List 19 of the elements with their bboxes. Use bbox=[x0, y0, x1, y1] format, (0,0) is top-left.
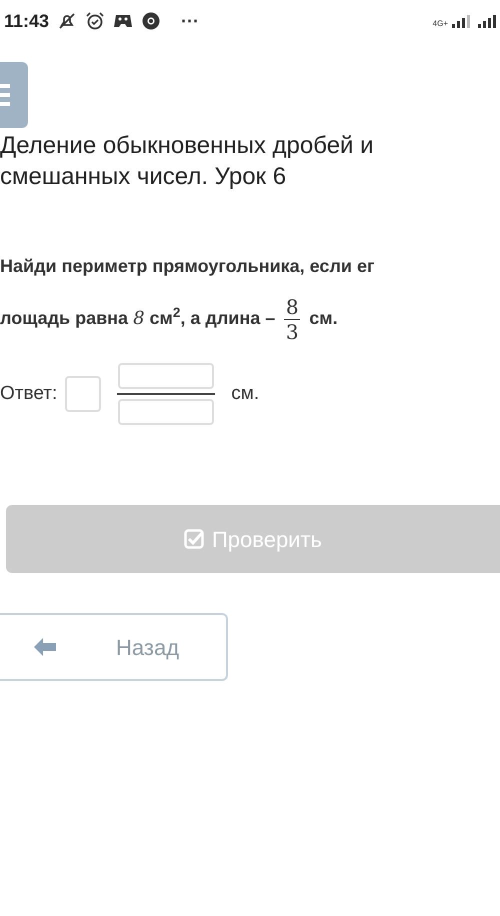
signal-icon bbox=[478, 14, 496, 28]
menu-button[interactable] bbox=[0, 62, 28, 128]
gamepad-icon bbox=[113, 12, 134, 30]
browser-icon bbox=[141, 11, 162, 31]
lesson-title: Деление обыкновенных дробей и смешанных чисел. Урок 6 bbox=[0, 131, 375, 192]
whole-part-field[interactable] bbox=[65, 376, 102, 412]
checkbox-icon bbox=[184, 529, 204, 549]
answer-unit: см. bbox=[231, 382, 260, 406]
left-arrow-icon bbox=[34, 638, 56, 656]
menu-icon bbox=[0, 84, 10, 106]
status-time: 11:43 bbox=[4, 10, 50, 32]
more-notifications: ··· bbox=[181, 10, 200, 32]
numerator-field[interactable] bbox=[118, 363, 214, 389]
muted-bell-icon bbox=[57, 11, 78, 31]
network-type: 4G+ bbox=[432, 20, 448, 28]
alarm-clock-icon bbox=[85, 11, 106, 31]
answer-label: Ответ: bbox=[0, 382, 58, 406]
denominator-field[interactable] bbox=[118, 399, 214, 425]
back-button[interactable]: Назад bbox=[0, 613, 228, 681]
